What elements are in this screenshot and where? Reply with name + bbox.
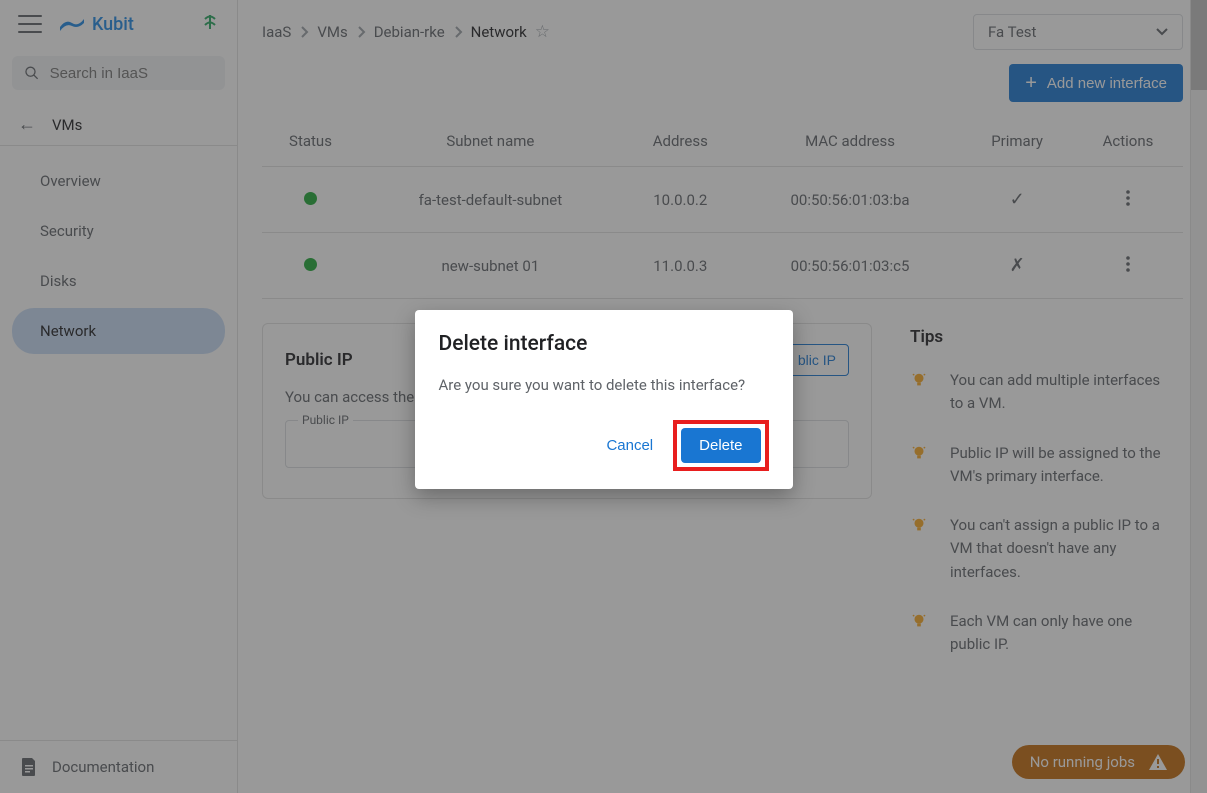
modal-overlay[interactable]: Delete interface Are you sure you want t… — [0, 0, 1207, 793]
cancel-button[interactable]: Cancel — [600, 429, 659, 462]
delete-button[interactable]: Delete — [681, 428, 760, 463]
delete-button-highlight: Delete — [673, 420, 768, 471]
modal-body: Are you sure you want to delete this int… — [439, 376, 769, 394]
delete-interface-modal: Delete interface Are you sure you want t… — [415, 310, 793, 489]
modal-title: Delete interface — [439, 332, 769, 356]
